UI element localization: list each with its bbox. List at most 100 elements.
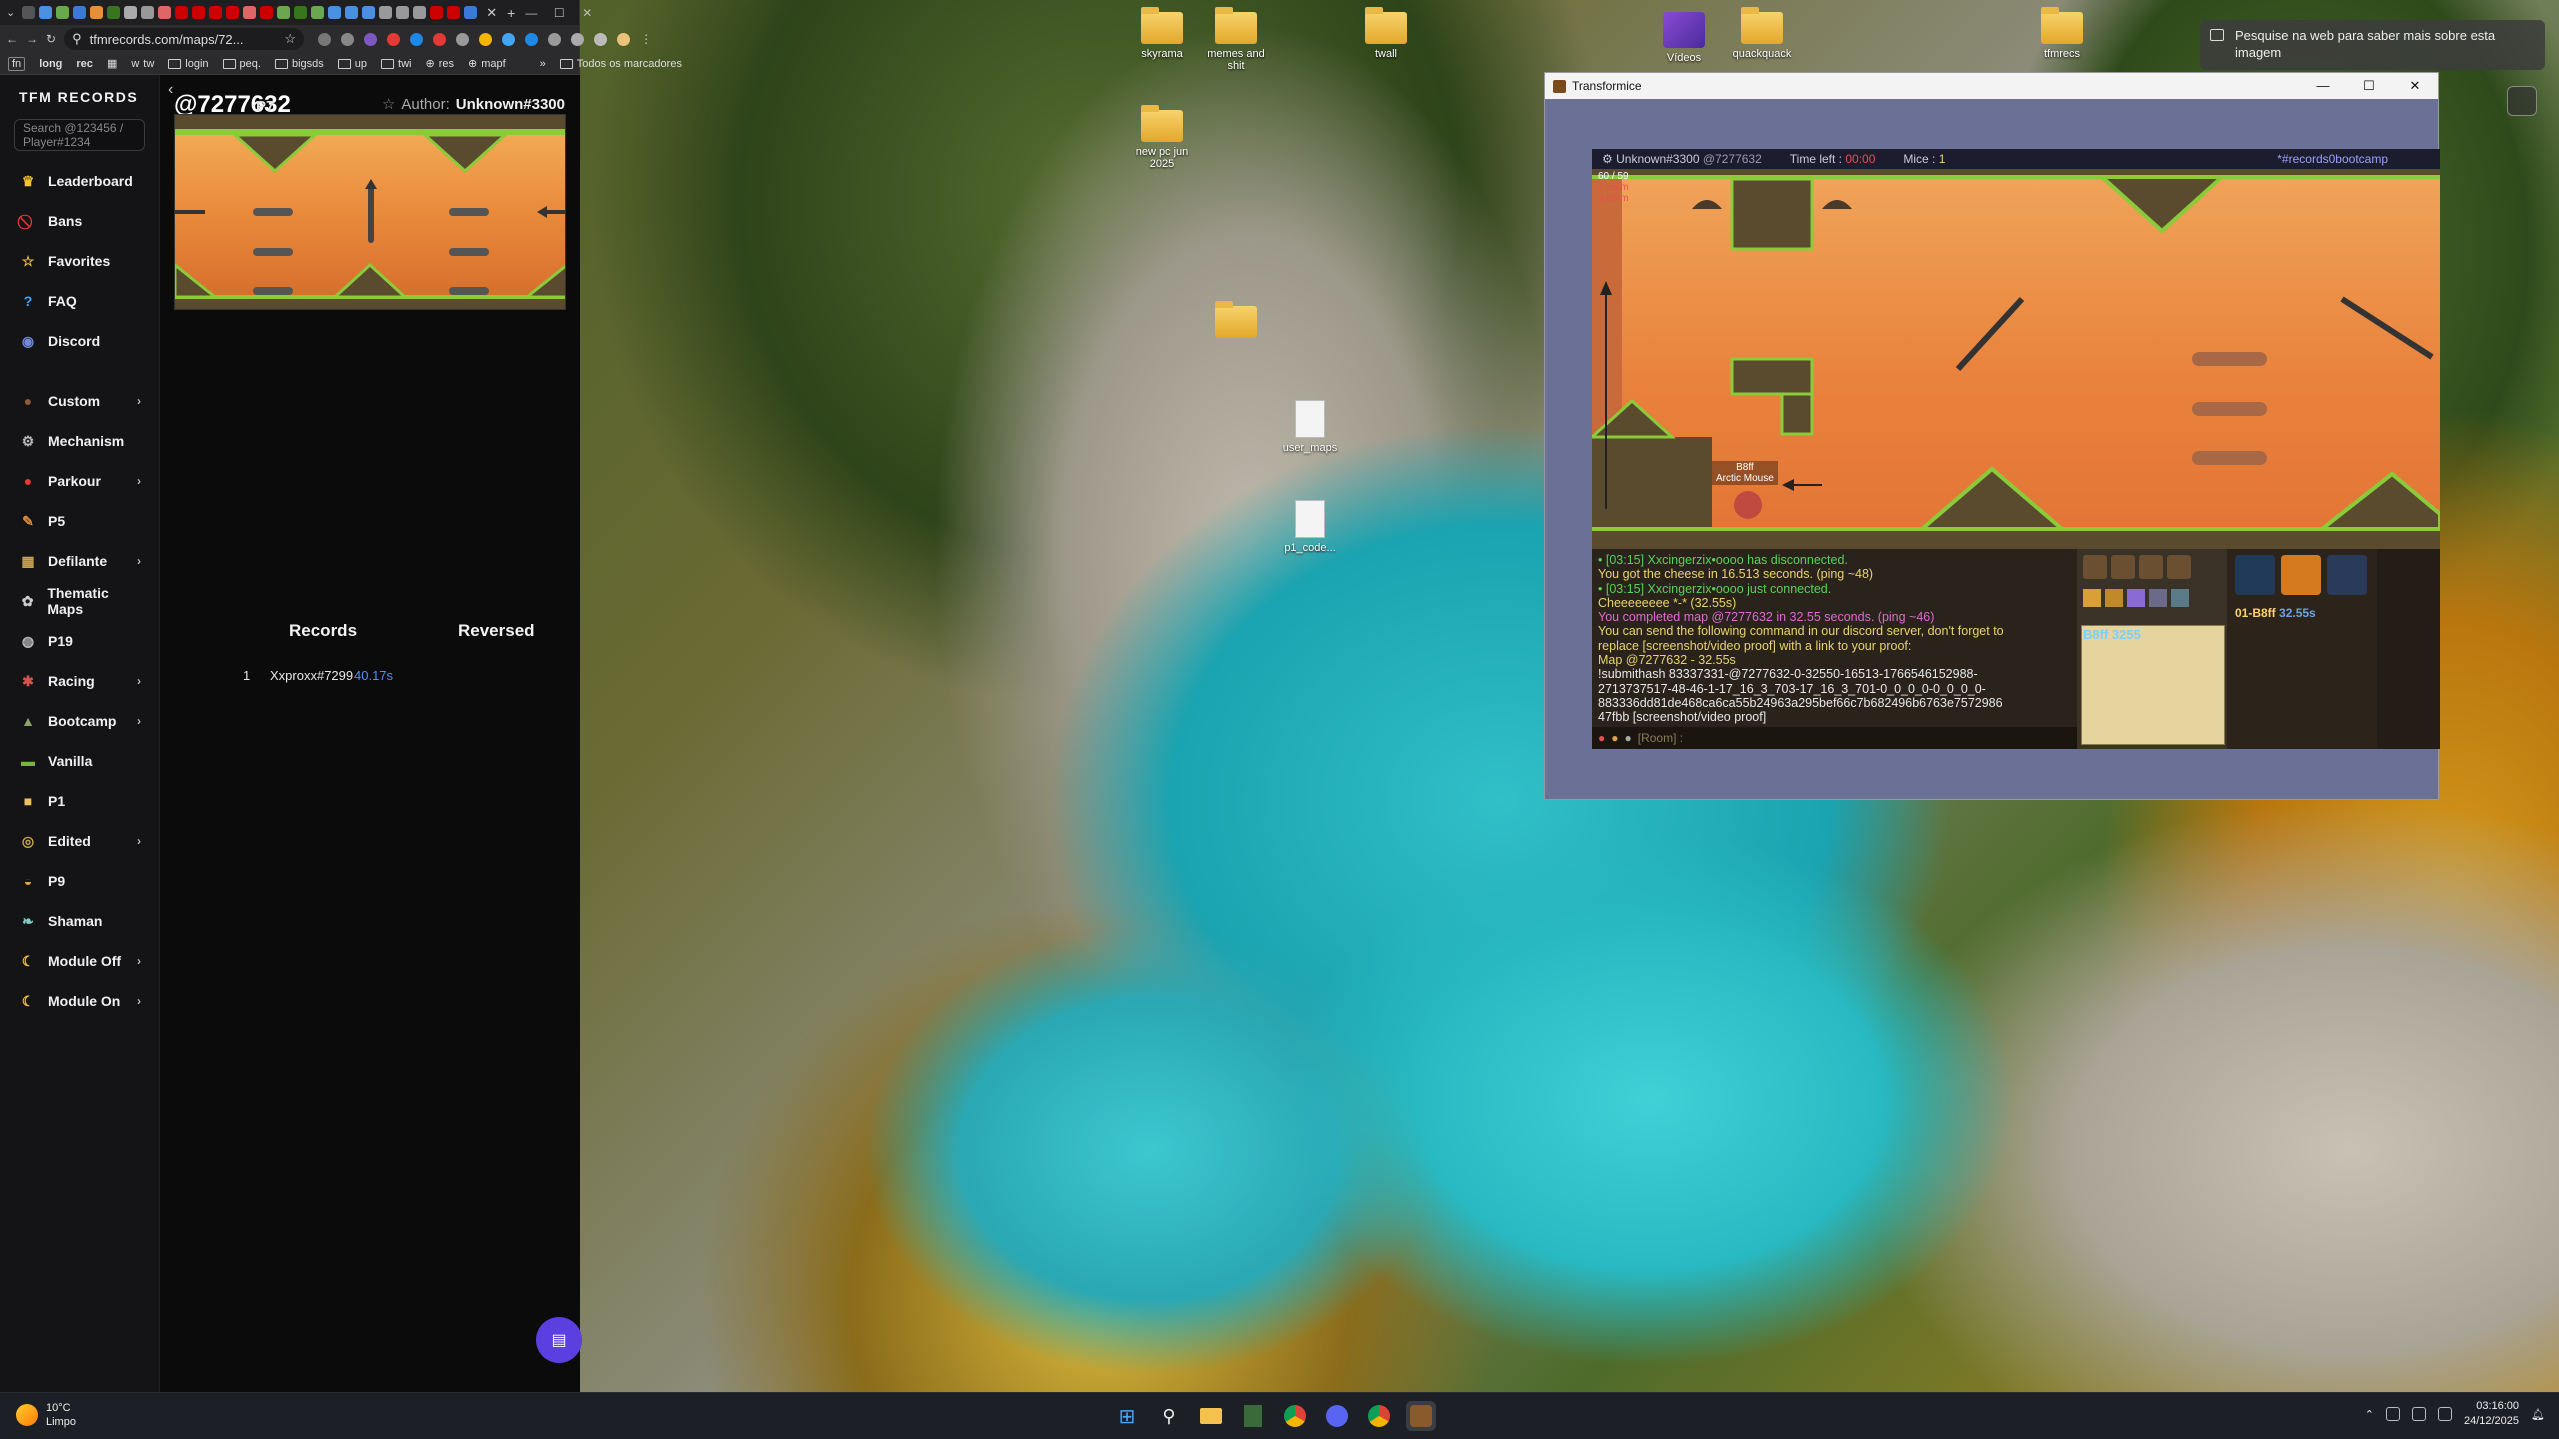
minimize-icon[interactable]: — (517, 6, 545, 20)
sidebar-item-p5[interactable]: ✎ P5 (14, 501, 145, 541)
item-slot[interactable] (2235, 555, 2275, 595)
desktop-folder-tfmrecs[interactable]: tfmrecs (2024, 7, 2100, 60)
tab-favicon[interactable] (294, 6, 308, 19)
sidebar-item-p1[interactable]: ■ P1 (14, 781, 145, 821)
tribe-icon[interactable] (2127, 589, 2145, 607)
bookmark-long[interactable]: long (39, 58, 62, 70)
game-viewport[interactable]: ⚙ Unknown#3300 @7277632 Time left : 00:0… (1592, 149, 2440, 749)
network-icon[interactable] (2411, 1407, 2426, 1421)
reload-icon[interactable]: ↻ (46, 32, 56, 46)
sidebar-item-thematic-maps[interactable]: ✿ Thematic Maps (14, 581, 145, 621)
bookmark-mapf[interactable]: ⊕ mapf (468, 57, 506, 71)
sidebar-item-leaderboard[interactable]: ♛ Leaderboard (14, 161, 145, 201)
sidebar-item-mechanism[interactable]: ⚙ Mechanism (14, 421, 145, 461)
tab-search-icon[interactable]: ⌄ (6, 6, 15, 19)
tab-favicon[interactable] (311, 6, 325, 19)
bookmark-grid-icon[interactable]: ▦ (107, 57, 117, 70)
tab-favicon[interactable] (192, 6, 206, 19)
bookmark-fn[interactable]: fn (8, 56, 26, 71)
close-tab-icon[interactable]: ✕ (486, 5, 497, 21)
settings-icon[interactable]: ⚙ (1602, 152, 1613, 166)
author-name[interactable]: Unknown#3300 (456, 96, 565, 113)
minimize-icon[interactable]: — (2300, 78, 2346, 94)
site-info-icon[interactable]: ⚲ (72, 31, 82, 47)
extension-icon[interactable] (387, 32, 401, 46)
extension-icon[interactable] (318, 32, 332, 46)
forward-icon[interactable]: → (26, 32, 38, 46)
discord-button[interactable] (1322, 1401, 1352, 1431)
sidebar-item-vanilla[interactable]: ▬ Vanilla (14, 741, 145, 781)
taskbar-app-button[interactable] (1238, 1401, 1268, 1431)
bookmark-folder-peq[interactable]: peq. (223, 58, 261, 70)
tab-favicon[interactable] (243, 6, 257, 19)
tab-favicon[interactable] (158, 6, 172, 19)
close-icon[interactable]: ✕ (2392, 78, 2438, 94)
emote-icon[interactable]: ● (1625, 731, 1632, 745)
tab-favicon[interactable] (362, 6, 376, 19)
tray-overflow-icon[interactable]: ⌃ (2365, 1408, 2374, 1421)
sidebar-item-faq[interactable]: ? FAQ (14, 281, 145, 321)
sidebar-item-favorites[interactable]: ☆ Favorites (14, 241, 145, 281)
item-slot[interactable] (2327, 555, 2367, 595)
start-button[interactable]: ⊞ (1112, 1401, 1142, 1431)
microphone-icon[interactable] (2385, 1407, 2400, 1421)
inventory-icon[interactable] (2167, 555, 2191, 579)
chevron-right-icon[interactable]: › (137, 394, 141, 408)
sidebar-item-shaman[interactable]: ❧ Shaman (14, 901, 145, 941)
tab-favicon[interactable] (430, 6, 444, 19)
bookmark-folder-bigsds[interactable]: bigsds (275, 58, 324, 70)
tab-favicon[interactable] (413, 6, 427, 19)
site-title[interactable]: TFM RECORDS (19, 89, 145, 105)
bookmarks-overflow-icon[interactable]: » (540, 58, 546, 70)
chevron-right-icon[interactable]: › (137, 994, 141, 1008)
tab-favicon[interactable] (90, 6, 104, 19)
extensions-puzzle-icon[interactable] (571, 32, 585, 46)
extension-icon[interactable] (410, 32, 424, 46)
volume-icon[interactable] (2437, 1407, 2452, 1421)
extension-icon[interactable] (548, 32, 562, 46)
desktop-folder-twall[interactable]: twall (1348, 7, 1424, 60)
extension-icon[interactable] (502, 32, 516, 46)
desktop-file-user-maps[interactable]: user_maps (1272, 400, 1348, 454)
chevron-right-icon[interactable]: › (137, 474, 141, 488)
file-explorer-button[interactable] (1196, 1401, 1226, 1431)
weather-widget[interactable]: 10°C Limpo (16, 1401, 76, 1429)
desktop-folder-memes[interactable]: memes and shit (1198, 7, 1274, 72)
extension-icon[interactable] (525, 32, 539, 46)
desktop-folder-skyrama[interactable]: skyrama (1124, 7, 1200, 60)
extension-icon[interactable] (456, 32, 470, 46)
sidebar-item-racing[interactable]: ✱ Racing › (14, 661, 145, 701)
bookmark-rec[interactable]: rec (76, 58, 93, 70)
notification-bell-icon[interactable]: 🔔︎ (2531, 1408, 2545, 1421)
media-control-icon[interactable] (594, 32, 608, 46)
sidebar-item-defilante[interactable]: ▦ Defilante › (14, 541, 145, 581)
maximize-icon[interactable]: ☐ (2346, 78, 2392, 94)
new-tab-icon[interactable]: + (507, 5, 515, 21)
sidebar-item-bootcamp[interactable]: ▲ Bootcamp › (14, 701, 145, 741)
desktop-file-p1-code[interactable]: p1_code... (1272, 500, 1348, 554)
inventory-icon[interactable] (2139, 555, 2163, 579)
search-input[interactable]: Search @123456 / Player#1234 (14, 119, 145, 151)
sidebar-item-parkour[interactable]: ● Parkour › (14, 461, 145, 501)
desktop-folder-quackquack[interactable]: quackquack (1724, 7, 1800, 60)
tab-favicon[interactable] (277, 6, 291, 19)
sidebar-item-module-off[interactable]: ☾ Module Off › (14, 941, 145, 981)
tab-records[interactable]: Records (289, 621, 357, 641)
extension-icon[interactable] (433, 32, 447, 46)
chevron-right-icon[interactable]: › (137, 834, 141, 848)
tab-favicon[interactable] (379, 6, 393, 19)
tab-favicon[interactable] (345, 6, 359, 19)
clock[interactable]: 03:16:00 24/12/2025 (2464, 1399, 2519, 1429)
menu-icon[interactable] (2105, 589, 2123, 607)
tab-favicon[interactable] (209, 6, 223, 19)
shop-icon[interactable] (2083, 589, 2101, 607)
tab-favicon[interactable] (56, 6, 70, 19)
search-image-toast[interactable]: Pesquise na web para saber mais sobre es… (2200, 20, 2545, 70)
tab-favicon[interactable] (73, 6, 87, 19)
desktop-folder-unnamed[interactable] (1198, 301, 1274, 342)
bookmark-res[interactable]: ⊕ res (425, 57, 454, 71)
chrome-profile-button[interactable] (1364, 1401, 1394, 1431)
bookmark-folder-up[interactable]: up (338, 58, 367, 70)
sidebar-item-bans[interactable]: ⃠ Bans (14, 201, 145, 241)
visual-search-icon[interactable] (2507, 86, 2537, 116)
